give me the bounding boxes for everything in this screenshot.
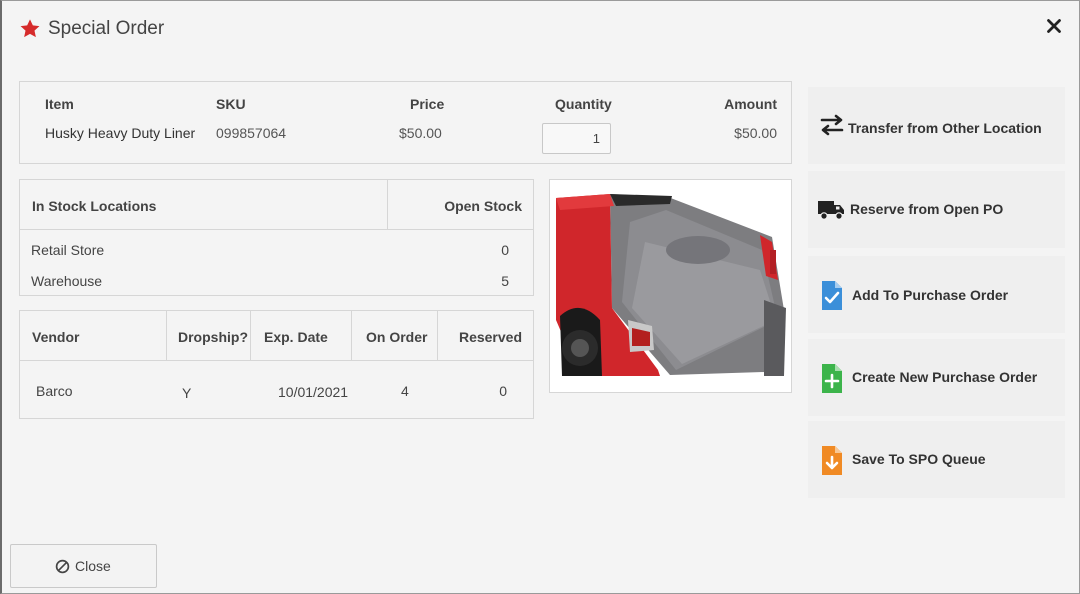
star-icon bbox=[20, 19, 40, 38]
price-header: Price bbox=[410, 96, 445, 112]
table-row[interactable]: Warehouse 5 bbox=[20, 264, 533, 294]
transfer-from-other-location-button[interactable]: Transfer from Other Location bbox=[808, 87, 1065, 164]
vendor-dropship: Y bbox=[182, 385, 192, 401]
action-label: Create New Purchase Order bbox=[852, 369, 1038, 385]
action-label: Add To Purchase Order bbox=[852, 287, 1009, 303]
add-to-purchase-order-button[interactable]: Add To Purchase Order bbox=[808, 256, 1065, 333]
cancel-circle-icon bbox=[55, 559, 70, 574]
transfer-arrows-icon bbox=[820, 114, 844, 136]
reserve-from-open-po-button[interactable]: Reserve from Open PO bbox=[808, 171, 1065, 248]
stock-table-header: In Stock Locations Open Stock bbox=[20, 180, 533, 230]
document-check-icon bbox=[822, 281, 842, 310]
product-image-panel bbox=[549, 179, 792, 393]
close-button-label: Close bbox=[75, 558, 111, 574]
quantity-input[interactable] bbox=[542, 123, 611, 154]
item-sku: 099857064 bbox=[216, 125, 287, 141]
item-name: Husky Heavy Duty Liner bbox=[45, 125, 196, 141]
stock-location-name: Warehouse bbox=[31, 273, 103, 289]
dropship-header: Dropship? bbox=[178, 329, 248, 345]
table-row[interactable]: Retail Store 0 bbox=[20, 233, 533, 263]
on-order-header: On Order bbox=[366, 329, 428, 345]
vendor-table-header: Vendor Dropship? Exp. Date On Order Rese… bbox=[20, 311, 533, 361]
action-label: Transfer from Other Location bbox=[848, 120, 1042, 136]
stock-location-header: In Stock Locations bbox=[32, 198, 157, 214]
product-image bbox=[550, 180, 791, 392]
vendor-table: Vendor Dropship? Exp. Date On Order Rese… bbox=[19, 310, 534, 419]
document-plus-icon bbox=[822, 364, 842, 393]
action-label: Save To SPO Queue bbox=[852, 451, 986, 467]
item-header: Item bbox=[45, 96, 74, 112]
amount-header: Amount bbox=[724, 96, 777, 112]
item-amount: $50.00 bbox=[734, 125, 777, 141]
quantity-header: Quantity bbox=[555, 96, 612, 112]
dialog-title: Special Order bbox=[48, 18, 165, 39]
stock-location-name: Retail Store bbox=[31, 242, 105, 258]
vendor-on-order: 4 bbox=[401, 383, 409, 399]
vendor-reserved: 0 bbox=[499, 383, 507, 399]
close-icon[interactable] bbox=[1043, 15, 1065, 37]
truck-icon bbox=[818, 201, 844, 220]
open-stock-header: Open Stock bbox=[444, 198, 522, 214]
create-new-purchase-order-button[interactable]: Create New Purchase Order bbox=[808, 339, 1065, 416]
close-button[interactable]: Close bbox=[10, 544, 157, 588]
dialog-footer: Close bbox=[2, 538, 1079, 594]
dialog-titlebar: Special Order bbox=[2, 1, 1079, 57]
stock-location-qty: 0 bbox=[501, 242, 509, 258]
vendor-exp-date: 10/01/2021 bbox=[278, 384, 349, 400]
sku-header: SKU bbox=[216, 96, 246, 112]
special-order-dialog: Special Order Item SKU Price Quantity Am… bbox=[0, 0, 1080, 594]
stock-location-qty: 5 bbox=[501, 273, 509, 289]
item-price: $50.00 bbox=[399, 125, 442, 141]
reserved-header: Reserved bbox=[458, 329, 522, 345]
item-summary-panel: Item SKU Price Quantity Amount Husky Hea… bbox=[19, 81, 792, 164]
save-to-spo-queue-button[interactable]: Save To SPO Queue bbox=[808, 421, 1065, 498]
exp-date-header: Exp. Date bbox=[264, 329, 328, 345]
vendor-header: Vendor bbox=[32, 329, 80, 345]
document-download-icon bbox=[822, 446, 842, 475]
vendor-name: Barco bbox=[36, 383, 73, 399]
stock-locations-table: In Stock Locations Open Stock Retail Sto… bbox=[19, 179, 534, 296]
action-label: Reserve from Open PO bbox=[850, 201, 1004, 217]
